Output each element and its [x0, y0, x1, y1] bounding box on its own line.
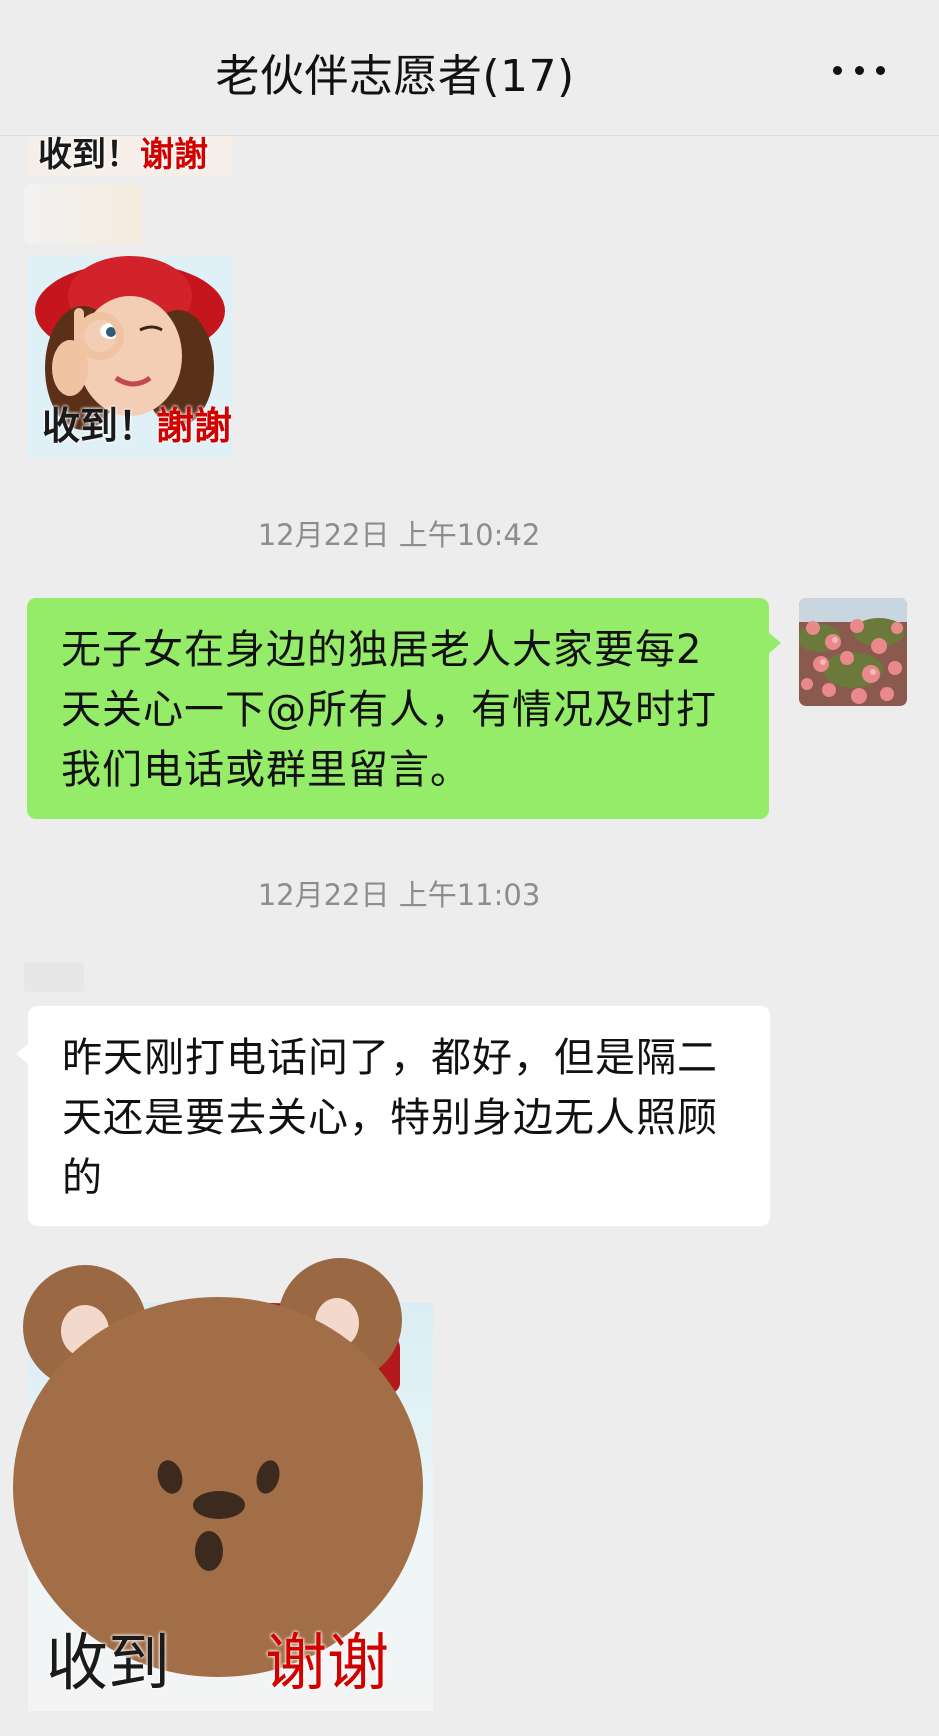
faded-avatar — [24, 184, 142, 244]
chat-title: 老伙伴志愿者(17) — [215, 51, 575, 102]
sticker-image[interactable]: 收到！谢謝 — [28, 136, 232, 176]
other-message-bubble[interactable]: 昨天刚打电话问了，都好，但是隔二天还是要去关心，特别身边无人照顾的 — [16, 1006, 770, 1226]
apple-tree-photo — [799, 598, 907, 706]
message-text: 无子女在身边的独居老人大家要每2天关心一下@所有人，有情况及时打我们电话或群里留… — [61, 627, 717, 793]
sticker-image[interactable]: 收到！謝謝 — [28, 256, 232, 458]
sender-name — [24, 962, 84, 992]
chat-header: 老伙伴志愿者(17) — [0, 0, 939, 136]
message-timestamp: 12月22日 上午10:42 — [257, 518, 541, 552]
more-options-icon[interactable] — [833, 64, 885, 76]
sticker-image[interactable]: 收到 谢谢 — [10, 1255, 435, 1711]
self-avatar[interactable] — [799, 598, 907, 706]
message-timestamp: 12月22日 上午11:03 — [257, 878, 541, 912]
self-message-bubble[interactable]: 无子女在身边的独居老人大家要每2天关心一下@所有人，有情况及时打我们电话或群里留… — [27, 598, 781, 819]
message-text: 昨天刚打电话问了，都好，但是隔二天还是要去关心，特别身边无人照顾的 — [62, 1035, 718, 1201]
